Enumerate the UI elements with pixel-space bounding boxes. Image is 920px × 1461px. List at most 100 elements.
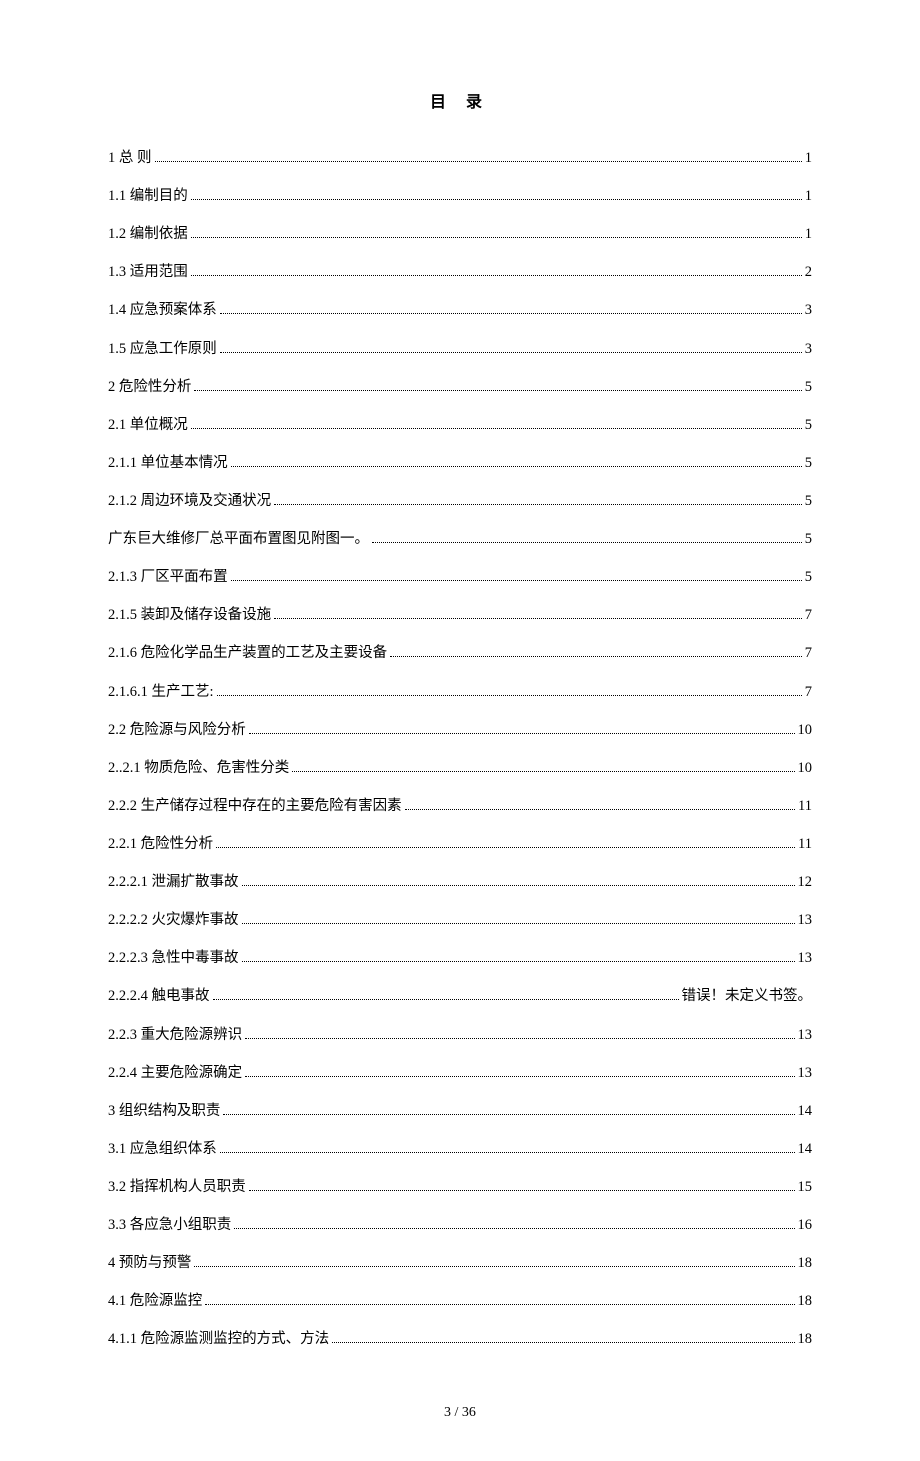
toc-item: 2.2.2.1 泄漏扩散事故12 [108, 872, 812, 893]
toc-item: 3.2 指挥机构人员职责15 [108, 1177, 812, 1198]
toc-item: 2.2.2.2 火灾爆炸事故 13 [108, 910, 812, 931]
toc-label: 2.2.2.3 急性中毒事故 [108, 949, 239, 969]
toc-label: 2.1 单位概况 [108, 416, 188, 436]
document-page: 目 录 1 总 则11.1 编制目的11.2 编制依据11.3 适用范围21.4… [0, 0, 920, 1461]
toc-item: 2 危险性分析 5 [108, 377, 812, 398]
toc-leader-dots [245, 1063, 794, 1077]
toc-item: 2.2.2.3 急性中毒事故 13 [108, 948, 812, 969]
toc-page: 2 [805, 263, 812, 283]
toc-page: 11 [798, 835, 812, 855]
toc-label: 4.1.1 危险源监测监控的方式、方法 [108, 1330, 329, 1350]
toc-page: 12 [798, 873, 813, 893]
toc-item: 2..2.1 物质危险、危害性分类 10 [108, 758, 812, 779]
toc-item: 3.3 各应急小组职责16 [108, 1215, 812, 1236]
toc-label: 2.1.6.1 生产工艺: [108, 683, 214, 703]
toc-page: 5 [805, 492, 812, 512]
toc-page: 16 [798, 1216, 813, 1236]
toc-leader-dots [292, 758, 794, 772]
toc-leader-dots [220, 1139, 795, 1153]
toc-label: 2.1.6 危险化学品生产装置的工艺及主要设备 [108, 644, 387, 664]
toc-label: 2.2.3 重大危险源辨识 [108, 1026, 242, 1046]
toc-leader-dots [245, 1025, 794, 1039]
toc-page: 3 [805, 340, 812, 360]
toc-leader-dots [194, 377, 801, 391]
toc-leader-dots [213, 986, 679, 1000]
toc-label: 1.1 编制目的 [108, 187, 188, 207]
toc-page: 1 [805, 187, 812, 207]
toc-label: 1 总 则 [108, 149, 152, 169]
toc-label: 2.2 危险源与风险分析 [108, 721, 246, 741]
toc-leader-dots [191, 262, 802, 276]
toc-page: 18 [798, 1292, 813, 1312]
toc-label: 1.5 应急工作原则 [108, 340, 217, 360]
toc-leader-dots [223, 1101, 794, 1115]
toc-item: 1.4 应急预案体系3 [108, 300, 812, 321]
toc-page: 14 [798, 1102, 813, 1122]
toc-page: 1 [805, 225, 812, 245]
toc-leader-dots [155, 148, 802, 162]
toc-label: 2.2.2.2 火灾爆炸事故 [108, 911, 239, 931]
toc-leader-dots [274, 491, 802, 505]
toc-leader-dots [249, 720, 795, 734]
toc-leader-dots [205, 1291, 794, 1305]
toc-page: 5 [805, 530, 812, 550]
toc-item: 3 组织结构及职责 14 [108, 1101, 812, 1122]
toc-leader-dots [234, 1215, 794, 1229]
toc-leader-dots [332, 1329, 794, 1343]
toc-page: 5 [805, 568, 812, 588]
toc-label: 4.1 危险源监控 [108, 1292, 202, 1312]
toc-label: 1.4 应急预案体系 [108, 301, 217, 321]
toc-page: 13 [798, 1064, 813, 1084]
toc-leader-dots [405, 796, 795, 810]
toc-leader-dots [231, 453, 802, 467]
toc-item: 1.5 应急工作原则 3 [108, 339, 812, 360]
toc-item: 1.2 编制依据1 [108, 224, 812, 245]
toc-page: 18 [798, 1254, 813, 1274]
toc-label: 2.2.4 主要危险源确定 [108, 1064, 242, 1084]
toc-leader-dots [194, 1253, 794, 1267]
toc-page: 11 [798, 797, 812, 817]
toc-leader-dots [372, 529, 802, 543]
toc-leader-dots [217, 682, 802, 696]
toc-item: 2.2.2.4 触电事故错误！未定义书签。 [108, 986, 812, 1007]
toc-leader-dots [191, 224, 802, 238]
toc-leader-dots [231, 567, 802, 581]
toc-page: 7 [805, 683, 812, 703]
toc-item: 1 总 则1 [108, 148, 812, 169]
toc-page: 13 [798, 1026, 813, 1046]
page-footer: 3 / 36 [108, 1405, 812, 1421]
toc-label: 3.2 指挥机构人员职责 [108, 1178, 246, 1198]
toc-label: 2..2.1 物质危险、危害性分类 [108, 759, 289, 779]
toc-page: 错误！未定义书签。 [682, 987, 813, 1007]
toc-item: 2.2.1 危险性分析11 [108, 834, 812, 855]
toc-label: 3.1 应急组织体系 [108, 1140, 217, 1160]
toc-page: 5 [805, 378, 812, 398]
error-rest: 未定义书签。 [725, 988, 812, 1004]
toc-label: 2 危险性分析 [108, 378, 191, 398]
toc-page: 10 [798, 759, 813, 779]
toc-page: 13 [798, 949, 813, 969]
toc-page: 7 [805, 644, 812, 664]
toc-label: 2.1.1 单位基本情况 [108, 454, 228, 474]
toc-leader-dots [242, 948, 795, 962]
toc-item: 2.1 单位概况 5 [108, 415, 812, 436]
toc-page: 5 [805, 416, 812, 436]
toc-leader-dots [191, 415, 802, 429]
toc-item: 广东巨大维修厂总平面布置图见附图一。5 [108, 529, 812, 550]
toc-leader-dots [191, 186, 802, 200]
toc-leader-dots [220, 339, 802, 353]
toc-page: 10 [798, 721, 813, 741]
toc-item: 2.1.6 危险化学品生产装置的工艺及主要设备 7 [108, 643, 812, 664]
toc-label: 2.1.2 周边环境及交通状况 [108, 492, 271, 512]
toc-page: 13 [798, 911, 813, 931]
toc-leader-dots [249, 1177, 795, 1191]
toc-item: 4.1.1 危险源监测监控的方式、方法18 [108, 1329, 812, 1350]
toc-item: 2.2.4 主要危险源确定 13 [108, 1063, 812, 1084]
toc-label: 2.2.2 生产储存过程中存在的主要危险有害因素 [108, 797, 402, 817]
toc-label: 2.1.5 装卸及储存设备设施 [108, 606, 271, 626]
toc-leader-dots [242, 872, 795, 886]
toc-item: 2.1.2 周边环境及交通状况 5 [108, 491, 812, 512]
toc-label: 4 预防与预警 [108, 1254, 191, 1274]
toc-label: 3 组织结构及职责 [108, 1102, 220, 1122]
toc-leader-dots [390, 643, 802, 657]
